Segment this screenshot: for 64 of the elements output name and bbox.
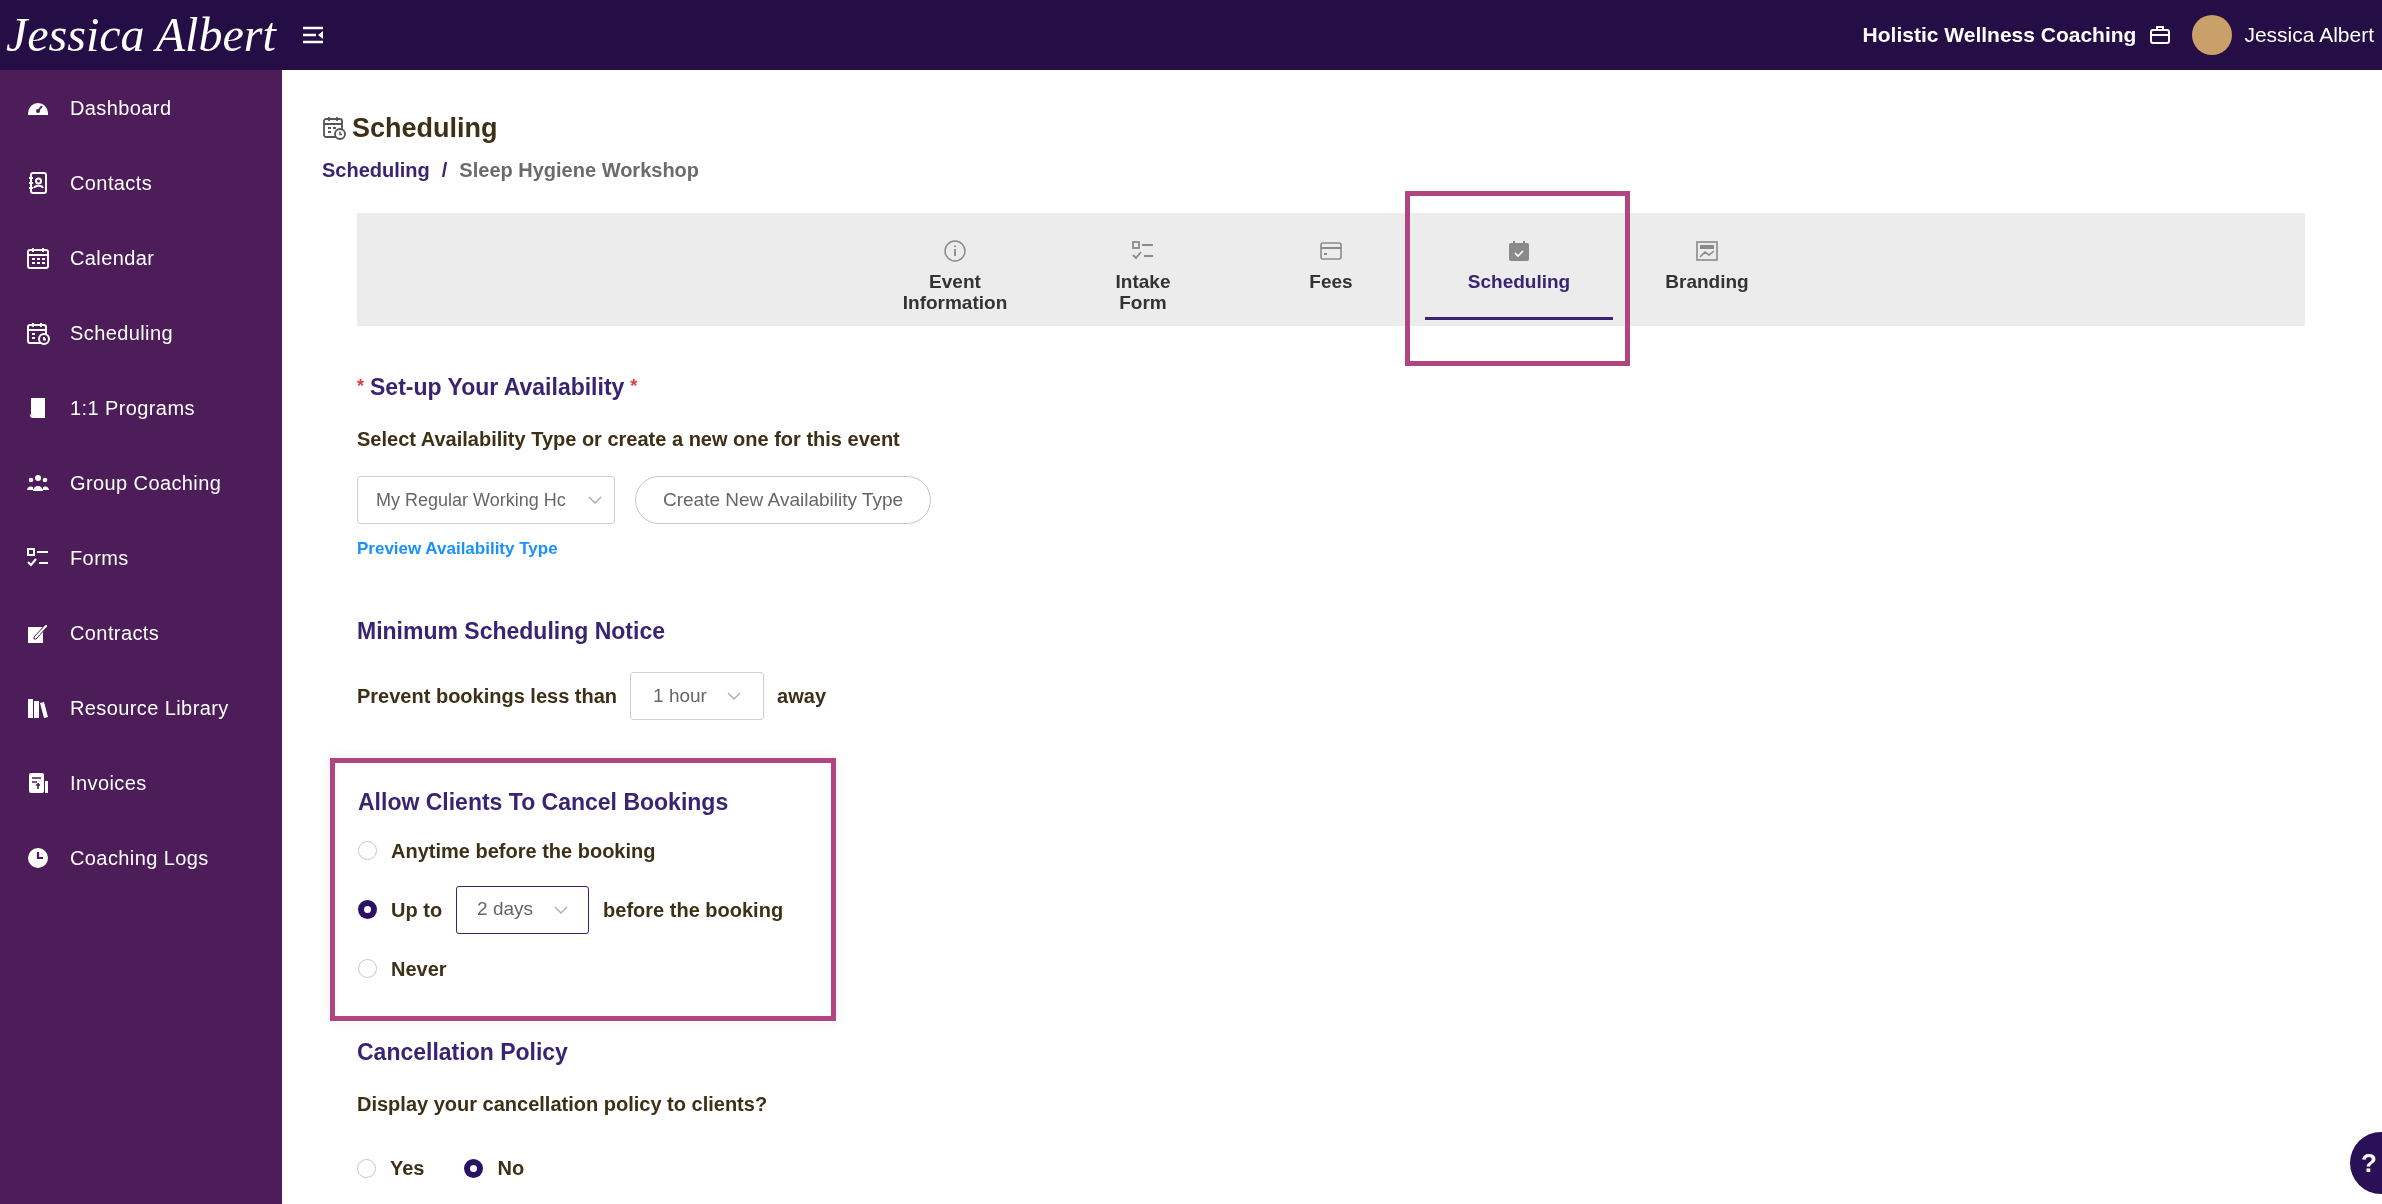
info-icon [943, 238, 967, 263]
briefcase-icon[interactable] [2150, 26, 2171, 44]
tab[interactable]: Fees [1237, 212, 1425, 320]
section-heading: Set-up Your Availability [370, 372, 625, 402]
chevron-down-icon [554, 905, 569, 914]
section-heading: Allow Clients To Cancel Bookings [358, 788, 730, 817]
radio-button[interactable] [464, 1158, 484, 1178]
breadcrumb-current: Sleep Hygiene Workshop [459, 157, 700, 183]
calendar-check-icon [1507, 238, 1531, 263]
sidebar-item[interactable]: Dashboard [0, 70, 282, 145]
notice-select[interactable]: 1 hour [630, 672, 765, 720]
invoice-icon [26, 770, 50, 795]
option-label[interactable]: Never [391, 953, 447, 984]
breadcrumb-separator: / [441, 157, 448, 183]
field-label: away [777, 684, 826, 709]
radio-button[interactable] [357, 1158, 376, 1178]
help-button[interactable]: ? [2350, 1132, 2382, 1194]
calendar-icon [26, 245, 50, 270]
create-availability-button[interactable]: Create New Availability Type [635, 476, 932, 524]
required-mark: * [630, 375, 638, 399]
tab[interactable]: Branding [1613, 212, 1801, 320]
sidebar-item[interactable]: Group Coaching [0, 445, 282, 520]
address-book-icon [26, 170, 50, 195]
clock-icon [26, 845, 50, 870]
breadcrumb-link[interactable]: Scheduling [322, 154, 430, 185]
section-heading: Cancellation Policy [357, 1037, 569, 1067]
option-label[interactable]: Up to [391, 894, 443, 925]
user-name[interactable]: Jessica Albert [2244, 19, 2374, 51]
sidebar-item[interactable]: Coaching Logs [0, 820, 282, 895]
cancel-window-select[interactable]: 2 days [456, 885, 590, 934]
sidebar-item[interactable]: Scheduling [0, 295, 282, 370]
radio-button[interactable] [358, 900, 377, 919]
field-label: Display your cancellation policy to clients? [357, 1092, 769, 1117]
tab[interactable]: Scheduling [1425, 212, 1613, 320]
sidebar-item[interactable]: 1:1 Programs [0, 370, 282, 445]
sidebar-item[interactable]: Contacts [0, 145, 282, 220]
option-label: before the booking [603, 897, 784, 923]
availability-select[interactable]: My Regular Working Hc [357, 476, 615, 524]
sidebar-item[interactable]: Invoices [0, 745, 282, 820]
field-label: Select Availability Type or create a new one for this event [357, 427, 901, 452]
calendar-clock-icon [26, 320, 50, 345]
radio-button[interactable] [358, 959, 377, 978]
sidebar-item[interactable]: Forms [0, 520, 282, 595]
field-label: Prevent bookings less than [357, 684, 618, 709]
option-label[interactable]: No [497, 1153, 525, 1183]
radio-button[interactable] [358, 841, 377, 860]
tab[interactable]: Intake Form [1049, 212, 1237, 320]
sidebar-item[interactable]: Contracts [0, 595, 282, 670]
option-label[interactable]: Yes [390, 1153, 425, 1183]
required-mark: * [357, 375, 364, 399]
image-icon [1695, 238, 1719, 263]
calendar-clock-icon [322, 116, 346, 141]
logo[interactable]: Jessica Albert [0, 11, 276, 59]
option-label[interactable]: Anytime before the booking [391, 835, 656, 866]
sidebar-item[interactable]: Calendar [0, 220, 282, 295]
tab[interactable]: Event Information [861, 212, 1049, 320]
avatar[interactable] [2192, 15, 2233, 55]
page-title: Scheduling [352, 112, 498, 145]
business-name[interactable]: Holistic Wellness Coaching [1862, 19, 2137, 51]
menu-icon[interactable] [301, 25, 324, 45]
chevron-down-icon [588, 496, 602, 504]
section-heading: Minimum Scheduling Notice [357, 616, 666, 646]
chevron-down-icon [727, 692, 742, 700]
sidebar-item[interactable]: Resource Library [0, 670, 282, 745]
